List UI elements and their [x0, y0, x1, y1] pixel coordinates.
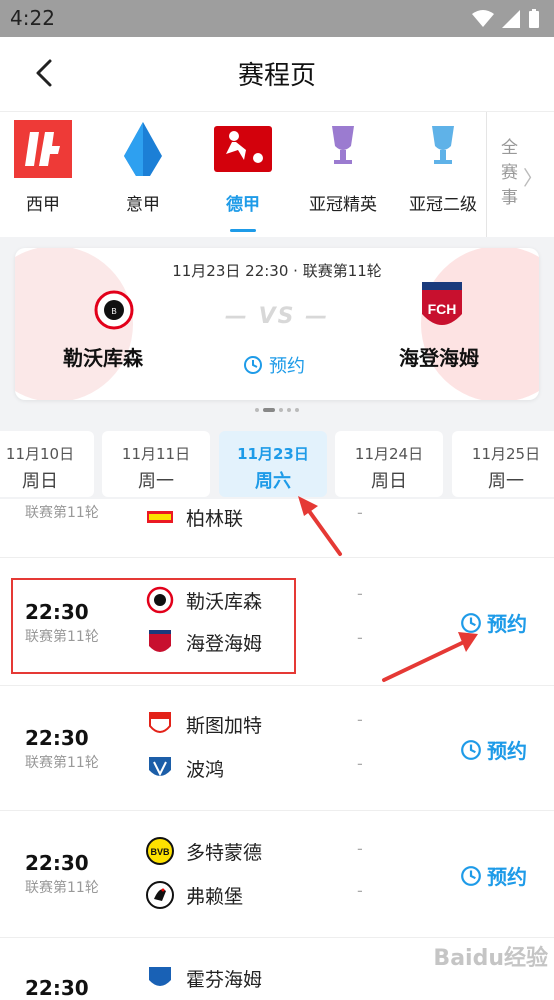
acl-elite-trophy-icon [332, 126, 354, 164]
book-label: 预约 [487, 739, 527, 763]
team-name: 斯图加特 [186, 714, 263, 737]
status-bar: 4:22 [0, 0, 554, 37]
team-name: 弗赖堡 [186, 885, 244, 908]
chevron-right-icon: 〉 [523, 166, 543, 190]
league-name: 德甲 [226, 195, 260, 215]
match-row[interactable]: 22:30 联赛第11轮 斯图加特 波鸿 - - 预约 [0, 686, 554, 811]
away-team: 波鸿 [146, 754, 224, 782]
battery-icon [529, 9, 539, 28]
away-team: 弗赖堡 [146, 881, 243, 909]
weekday-label: 周日 [22, 471, 58, 492]
match-round: 联赛第11轮 [25, 755, 99, 771]
all-competitions-label: 全赛事 [501, 138, 518, 208]
svg-text:FCH: FCH [428, 301, 457, 317]
match-row[interactable]: 联赛第11轮 柏林联 - [0, 499, 554, 558]
score-placeholder: - [357, 628, 363, 647]
signal-icon [502, 10, 520, 28]
team-name: 霍芬海姆 [186, 968, 263, 991]
clock-icon [244, 356, 262, 374]
book-label: 预约 [487, 612, 527, 636]
score-placeholder: - [357, 503, 363, 522]
acl-two-trophy-icon [432, 126, 454, 164]
clock-icon [461, 739, 481, 760]
away-team: 柏林联 [146, 503, 243, 531]
dortmund-crest-icon: BVB [146, 837, 174, 865]
highlight-box [11, 578, 296, 674]
weekday-label: 周一 [488, 471, 524, 492]
laliga-logo-icon [14, 120, 72, 178]
featured-home-team: 勒沃库森 [63, 346, 143, 370]
match-round: 联赛第11轮 [25, 880, 99, 896]
weekday-label: 周一 [138, 471, 174, 492]
clock-icon [461, 865, 481, 886]
league-name: 亚冠精英 [309, 195, 377, 215]
date-tab[interactable]: 11月25日 周一 [452, 431, 554, 497]
svg-text:BVB: BVB [150, 847, 170, 857]
league-name: 西甲 [26, 195, 60, 215]
hoffenheim-crest-icon [149, 967, 171, 986]
home-team: 斯图加特 [146, 710, 262, 738]
union-berlin-crest-icon [147, 511, 173, 523]
score-placeholder: - [357, 710, 363, 729]
annotation-arrow-right [382, 632, 478, 682]
weekday-label: 周日 [371, 471, 407, 492]
book-button[interactable]: 预约 [460, 861, 527, 890]
league-tab-acl-elite[interactable]: 亚冠精英 [293, 112, 393, 238]
league-tab-seriea[interactable]: 意甲 [93, 112, 193, 238]
app-header: 赛程页 [0, 37, 554, 111]
match-time: 22:30 [25, 851, 89, 875]
date-tab[interactable]: 11月10日 周日 [0, 431, 94, 497]
match-time: 22:30 [25, 726, 89, 750]
home-team: 霍芬海姆 [146, 964, 262, 992]
date-tab[interactable]: 11月11日 周一 [102, 431, 210, 497]
featured-match-card[interactable]: 11月23日 22:30 · 联赛第11轮 B — VS — FCH 勒沃库森 … [15, 248, 539, 400]
league-tab-laliga[interactable]: 西甲 [0, 112, 93, 238]
featured-away-team: 海登海姆 [399, 346, 479, 370]
date-label: 11月24日 [354, 445, 424, 463]
stuttgart-crest-icon [149, 712, 171, 733]
date-label: 11月11日 [121, 445, 191, 463]
league-tabs: 西甲 意甲 德甲 亚冠精英 亚冠二级 全赛事 〉 [0, 111, 554, 238]
featured-match-datetime: 11月23日 22:30 · 联赛第11轮 [172, 262, 382, 280]
home-team: BVB 多特蒙德 [146, 837, 262, 865]
annotation-arrow-up [298, 496, 342, 556]
status-icons [472, 9, 540, 29]
watermark: Baidu经验 [433, 946, 548, 971]
date-label: 11月23日 [237, 445, 309, 463]
book-label: 预约 [269, 356, 305, 377]
featured-book-button[interactable]: 预约 [243, 352, 305, 378]
seriea-logo-icon [124, 122, 162, 176]
all-competitions-button[interactable]: 全赛事 〉 [486, 112, 554, 238]
match-time: 22:30 [25, 976, 89, 1000]
score-placeholder: - [357, 881, 363, 900]
date-label: 11月10日 [5, 445, 75, 463]
score-placeholder: - [357, 754, 363, 773]
score-placeholder: - [357, 839, 363, 858]
match-round: 联赛第11轮 [25, 505, 99, 521]
date-tab-active[interactable]: 11月23日 周六 [219, 431, 327, 497]
page-title: 赛程页 [237, 61, 316, 91]
bochum-crest-icon [149, 757, 171, 777]
date-tabs: 11月10日 周日 11月11日 周一 11月23日 周六 11月24日 周日 … [0, 427, 554, 499]
team-name: 波鸿 [186, 758, 225, 781]
match-row[interactable]: 22:30 联赛第11轮 BVB 多特蒙德 弗赖堡 - - 预约 [0, 811, 554, 938]
score-placeholder: - [357, 584, 363, 603]
freiburg-crest-icon [146, 881, 174, 909]
date-tab[interactable]: 11月24日 周日 [335, 431, 443, 497]
date-label: 11月25日 [471, 445, 541, 463]
league-name: 意甲 [126, 195, 160, 215]
book-button[interactable]: 预约 [460, 735, 527, 764]
league-tab-bundesliga[interactable]: 德甲 [193, 112, 293, 238]
league-name: 亚冠二级 [409, 195, 477, 215]
book-label: 预约 [487, 865, 527, 889]
league-tab-acl-two[interactable]: 亚冠二级 [393, 112, 493, 238]
team-name: 柏林联 [186, 507, 244, 530]
status-time: 4:22 [10, 6, 55, 30]
bundesliga-logo-icon [214, 126, 272, 172]
wifi-icon [472, 10, 494, 27]
active-tab-indicator [230, 229, 256, 232]
carousel-dots [0, 408, 554, 412]
team-name: 多特蒙德 [186, 841, 263, 864]
heidenheim-crest-icon: FCH [422, 282, 462, 325]
